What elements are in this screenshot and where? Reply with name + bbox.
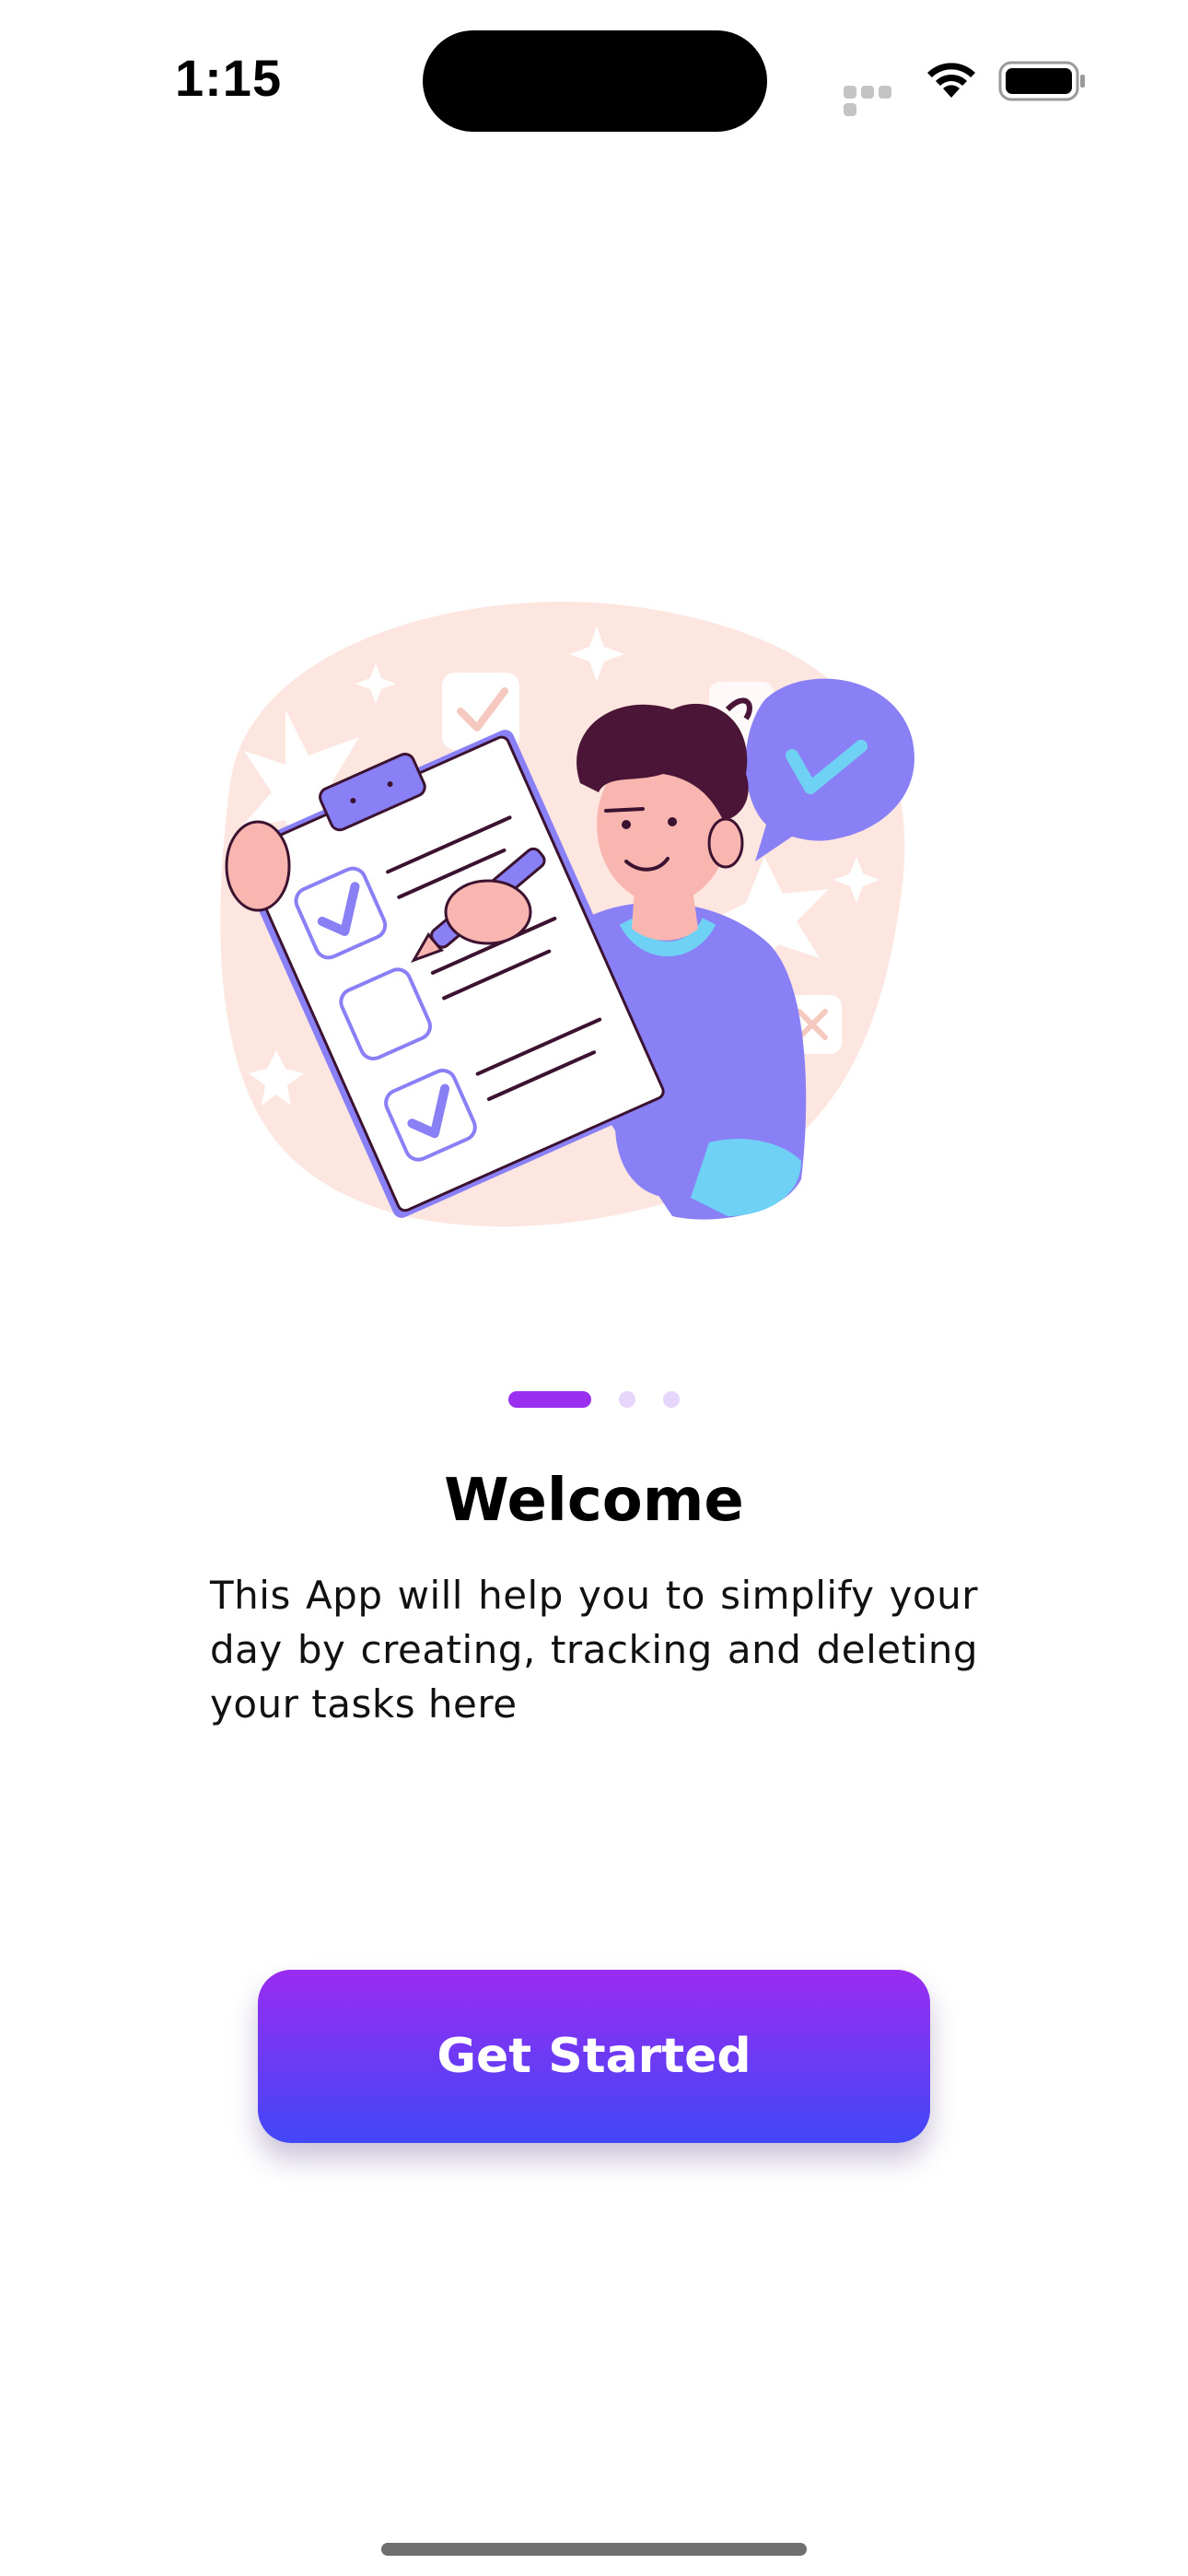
page-dot[interactable] xyxy=(619,1391,635,1408)
page-indicator xyxy=(0,1391,1188,1410)
get-started-button[interactable]: Get Started xyxy=(258,1970,930,2143)
onboarding-illustration xyxy=(220,602,914,1227)
wifi-icon xyxy=(927,63,975,98)
battery-icon xyxy=(998,61,1085,101)
status-time: 1:15 xyxy=(175,49,283,107)
cellular-signal-icon xyxy=(844,86,910,116)
onboarding-screen: 1:15 Welcome This App will help you to s… xyxy=(0,0,1188,2576)
page-title: Welcome xyxy=(444,1467,744,1535)
page-description: This App will help you to simplify your … xyxy=(210,1573,978,1727)
page-dot-active[interactable] xyxy=(508,1391,591,1408)
page-dot[interactable] xyxy=(663,1391,680,1408)
home-indicator[interactable] xyxy=(381,2543,807,2556)
dynamic-island xyxy=(423,30,767,132)
